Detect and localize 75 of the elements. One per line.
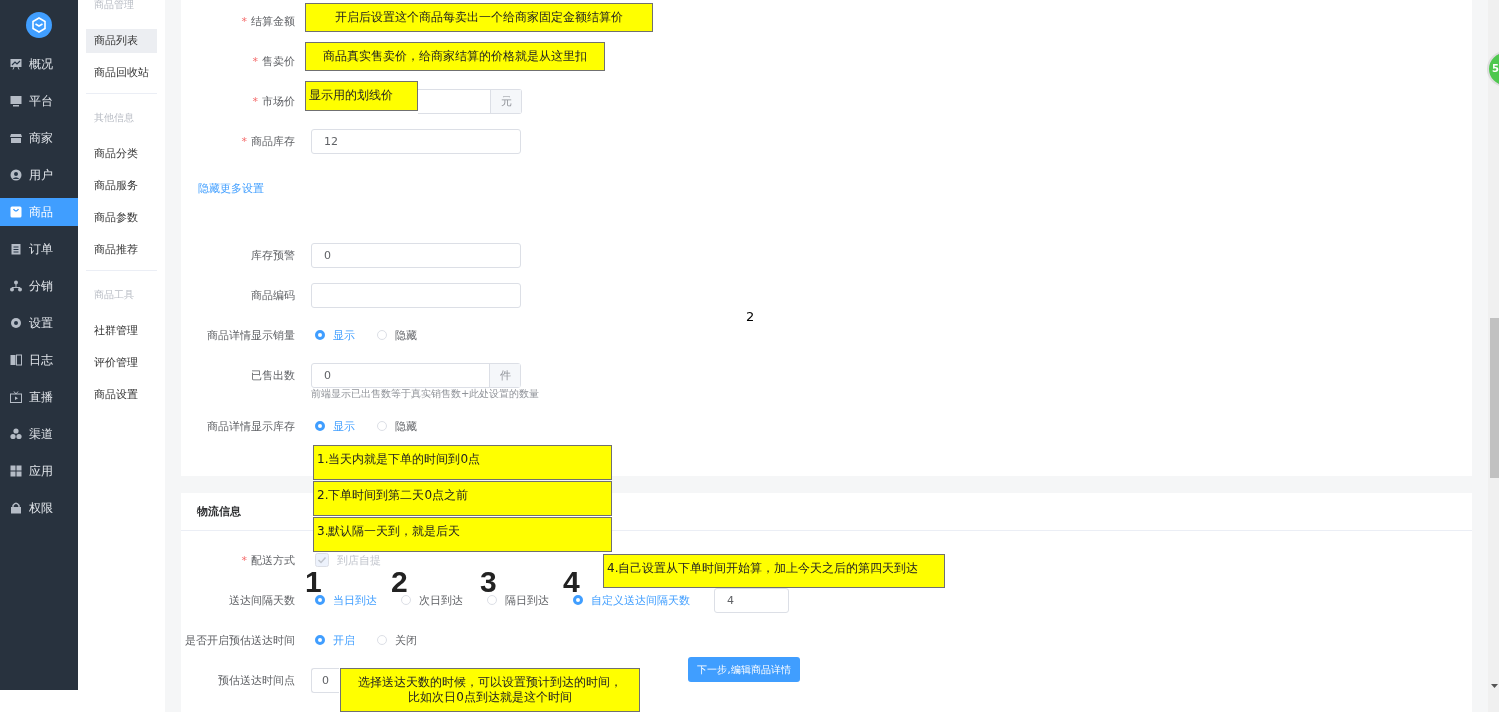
- field-hint: 前端显示已出售数等于真实销售数+此处设置的数量: [311, 387, 541, 401]
- field-label: 已售出数: [251, 367, 295, 383]
- annotation-text: 1.当天内就是下单的时间到0点: [317, 452, 482, 467]
- submenu-item[interactable]: 评价管理: [86, 351, 157, 375]
- sidebar-item[interactable]: 直播: [0, 383, 78, 411]
- sidebar-item[interactable]: 订单: [0, 235, 78, 263]
- radio-option[interactable]: 关闭: [377, 632, 417, 648]
- required-mark: *: [241, 553, 247, 567]
- field-label: 是否开启预估送达时间: [185, 632, 295, 648]
- unit-addon: 件: [489, 363, 520, 387]
- field-label: 库存预警: [251, 247, 295, 263]
- tv-icon: [10, 391, 22, 403]
- annotation-text: 4.自己设置从下单时间开始算，加上今天之后的第四天到达: [607, 561, 920, 576]
- submenu-item[interactable]: 商品设置: [86, 383, 157, 407]
- sidebar-item[interactable]: 分销: [0, 272, 78, 300]
- field-label: 结算金额: [251, 13, 295, 29]
- input-field[interactable]: [311, 282, 521, 308]
- lock-icon: [10, 502, 22, 514]
- field-label: 预估送达时间点: [218, 672, 295, 688]
- sidebar-item[interactable]: 应用: [0, 457, 78, 485]
- sidebar-item[interactable]: 商家: [0, 124, 78, 152]
- book-icon: [10, 354, 22, 366]
- submenu-item[interactable]: 商品回收站: [86, 61, 157, 85]
- sidebar-item[interactable]: 渠道: [0, 420, 78, 448]
- radio-option[interactable]: 隐藏: [377, 418, 417, 434]
- input-field[interactable]: 0 件: [311, 362, 521, 388]
- annotation-text: 比如次日0点到达就是这个时间: [407, 690, 573, 705]
- submenu-item[interactable]: 商品参数: [86, 206, 157, 230]
- field-label: 配送方式: [251, 552, 295, 568]
- user-icon: [10, 169, 22, 181]
- required-mark: *: [252, 94, 258, 108]
- submenu-item[interactable]: 社群管理: [86, 319, 157, 343]
- scrollbar[interactable]: [1488, 0, 1499, 712]
- monitor-icon: [10, 95, 22, 107]
- input-field[interactable]: 0: [311, 242, 521, 268]
- field-label: 商品编码: [251, 287, 295, 303]
- chart-icon: [10, 58, 22, 70]
- sidebar-item[interactable]: 用户: [0, 161, 78, 189]
- radio-option[interactable]: 隐藏: [377, 327, 417, 343]
- sidebar-item[interactable]: 设置: [0, 309, 78, 337]
- gear-icon: [10, 317, 22, 329]
- bag-icon: [10, 206, 22, 218]
- input-field[interactable]: 0: [311, 667, 339, 693]
- dots-icon: [10, 428, 22, 440]
- field-label: 商品库存: [251, 133, 295, 149]
- scrollbar-thumb[interactable]: [1490, 318, 1499, 478]
- sidebar-item[interactable]: 权限: [0, 494, 78, 522]
- annotation-text: 开启后设置这个商品每卖出一个给商家固定金额结算价: [334, 10, 624, 25]
- sidebar-item[interactable]: 平台: [0, 87, 78, 115]
- submenu-group-title: 其他信息: [93, 111, 135, 125]
- field-label: 送达间隔天数: [229, 592, 295, 608]
- field-label: 市场价: [262, 93, 295, 109]
- sidebar-item[interactable]: 概况: [0, 50, 78, 78]
- submenu-item[interactable]: 商品分类: [86, 142, 157, 166]
- logo-icon: [26, 12, 52, 38]
- required-mark: *: [241, 134, 247, 148]
- required-mark: *: [241, 14, 247, 28]
- scroll-down-icon[interactable]: [1491, 684, 1498, 688]
- field-label: 商品详情显示销量: [207, 327, 295, 343]
- field-label: 商品详情显示库存: [207, 418, 295, 434]
- annotation-text: 选择送达天数的时候，可以设置预计到达的时间，: [357, 675, 623, 690]
- field-label: 售卖价: [262, 53, 295, 69]
- store-icon: [10, 132, 22, 144]
- submenu-item[interactable]: 商品推荐: [86, 238, 157, 262]
- page-marker: 2: [746, 309, 755, 324]
- sidebar-item[interactable]: 日志: [0, 346, 78, 374]
- input-field[interactable]: 12: [311, 128, 521, 154]
- submenu-item[interactable]: 商品列表: [86, 29, 157, 53]
- required-mark: *: [252, 54, 258, 68]
- unit-addon: 元: [490, 89, 521, 113]
- annotation-text: 显示用的划线价: [309, 88, 394, 103]
- annotation-text: 商品真实售卖价，给商家结算的价格就是从这里扣: [322, 49, 588, 64]
- tree-icon: [10, 280, 22, 292]
- submenu-item[interactable]: 商品服务: [86, 174, 157, 198]
- grid-icon: [10, 465, 22, 477]
